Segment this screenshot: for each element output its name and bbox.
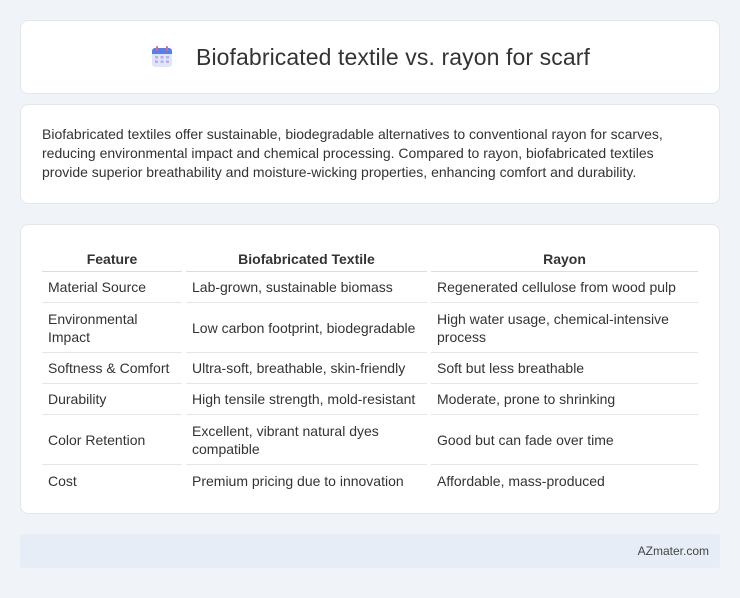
- table-cell: Color Retention: [42, 415, 182, 465]
- table-cell: Lab-grown, sustainable biomass: [186, 272, 427, 303]
- comparison-table: Feature Biofabricated Textile Rayon Mate…: [38, 247, 702, 496]
- intro-paragraph: Biofabricated textiles offer sustainable…: [42, 126, 663, 180]
- table-cell: Softness & Comfort: [42, 353, 182, 384]
- table-cell: Premium pricing due to innovation: [192, 472, 404, 489]
- table-row: Color Retention Excellent, vibrant natur…: [42, 415, 698, 465]
- table-cell: Regenerated cellulose from wood pulp: [431, 272, 698, 303]
- table-row: Environmental Impact Low carbon footprin…: [42, 303, 698, 353]
- table-cell: High water usage, chemical-intensive pro…: [431, 303, 698, 353]
- title-card: Biofabricated textile vs. rayon for scar…: [20, 20, 720, 94]
- table-cell: Affordable, mass-produced: [437, 472, 605, 489]
- table-row: Softness & Comfort Ultra-soft, breathabl…: [42, 353, 698, 384]
- calendar-icon: [152, 46, 172, 67]
- table-cell: Environmental Impact: [42, 303, 182, 353]
- page-title: Biofabricated textile vs. rayon for scar…: [196, 43, 590, 70]
- comparison-card: Feature Biofabricated Textile Rayon Mate…: [20, 224, 720, 514]
- table-cell: Low carbon footprint, biodegradable: [186, 303, 427, 353]
- table-header-row: Feature Biofabricated Textile Rayon: [42, 247, 698, 272]
- table-cell: Moderate, prone to shrinking: [431, 384, 698, 415]
- table-cell: Good but can fade over time: [431, 415, 698, 465]
- column-header-biofabricated: Biofabricated Textile: [186, 247, 427, 272]
- footer-bar: AZmater.com: [20, 534, 720, 568]
- column-header-feature: Feature: [42, 247, 182, 272]
- table-cell: Cost: [48, 472, 77, 489]
- table-cell: Excellent, vibrant natural dyes compatib…: [186, 415, 427, 465]
- table-cell: Durability: [42, 384, 182, 415]
- table-row: Durability High tensile strength, mold-r…: [42, 384, 698, 415]
- table-cell: Material Source: [42, 272, 182, 303]
- column-header-rayon: Rayon: [431, 247, 698, 272]
- table-row: Cost Premium pricing due to innovation A…: [42, 465, 698, 496]
- title-row: Biofabricated textile vs. rayon for scar…: [150, 44, 590, 71]
- table-cell: Ultra-soft, breathable, skin-friendly: [186, 353, 427, 384]
- footer-site-link[interactable]: AZmater.com: [638, 544, 709, 558]
- table-row: Material Source Lab-grown, sustainable b…: [42, 272, 698, 303]
- table-cell: High tensile strength, mold-resistant: [186, 384, 427, 415]
- table-cell: Soft but less breathable: [431, 353, 698, 384]
- intro-card: Biofabricated textiles offer sustainable…: [20, 104, 720, 204]
